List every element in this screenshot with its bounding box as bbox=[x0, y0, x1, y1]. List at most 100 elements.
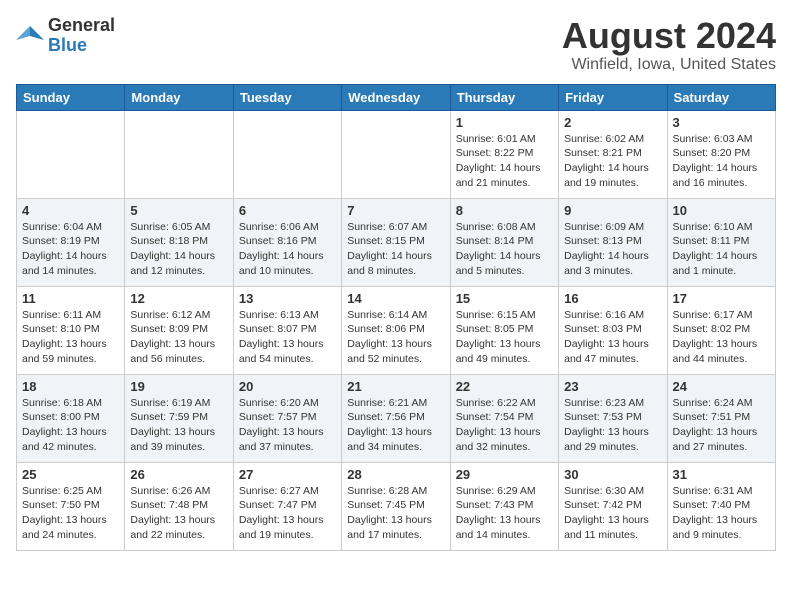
calendar-cell: 25 Sunrise: 6:25 AM Sunset: 7:50 PM Dayli… bbox=[17, 462, 125, 550]
day-number: 25 bbox=[22, 467, 119, 482]
week-row-3: 11 Sunrise: 6:11 AM Sunset: 8:10 PM Dayli… bbox=[17, 286, 776, 374]
day-info: Sunrise: 6:16 AM Sunset: 8:03 PM Dayligh… bbox=[564, 308, 661, 367]
calendar-cell: 29 Sunrise: 6:29 AM Sunset: 7:43 PM Dayli… bbox=[450, 462, 558, 550]
calendar-cell: 2 Sunrise: 6:02 AM Sunset: 8:21 PM Daylig… bbox=[559, 110, 667, 198]
day-number: 28 bbox=[347, 467, 444, 482]
calendar-cell: 20 Sunrise: 6:20 AM Sunset: 7:57 PM Dayli… bbox=[233, 374, 341, 462]
calendar-cell: 13Sunrise: 6:13 AM Sunset: 8:07 PM Dayli… bbox=[233, 286, 341, 374]
day-info: Sunrise: 6:31 AM Sunset: 7:40 PM Dayligh… bbox=[673, 484, 770, 543]
logo: General Blue bbox=[16, 16, 115, 56]
day-info: Sunrise: 6:26 AM Sunset: 7:48 PM Dayligh… bbox=[130, 484, 227, 543]
day-info: Sunrise: 6:12 AM Sunset: 8:09 PM Dayligh… bbox=[130, 308, 227, 367]
day-number: 18 bbox=[22, 379, 119, 394]
calendar-cell: 7Sunrise: 6:07 AM Sunset: 8:15 PM Daylig… bbox=[342, 198, 450, 286]
day-number: 10 bbox=[673, 203, 770, 218]
day-header-wednesday: Wednesday bbox=[342, 84, 450, 110]
title-block: August 2024 Winfield, Iowa, United State… bbox=[562, 16, 776, 74]
day-info: Sunrise: 6:13 AM Sunset: 8:07 PM Dayligh… bbox=[239, 308, 336, 367]
calendar-cell: 15 Sunrise: 6:15 AM Sunset: 8:05 PM Dayli… bbox=[450, 286, 558, 374]
day-info: Sunrise: 6:11 AM Sunset: 8:10 PM Dayligh… bbox=[22, 308, 119, 367]
day-info: Sunrise: 6:15 AM Sunset: 8:05 PM Dayligh… bbox=[456, 308, 553, 367]
calendar-cell: 30Sunrise: 6:30 AM Sunset: 7:42 PM Dayli… bbox=[559, 462, 667, 550]
calendar-cell: 31 Sunrise: 6:31 AM Sunset: 7:40 PM Dayli… bbox=[667, 462, 775, 550]
week-row-5: 25 Sunrise: 6:25 AM Sunset: 7:50 PM Dayli… bbox=[17, 462, 776, 550]
day-number: 5 bbox=[130, 203, 227, 218]
calendar-cell: 19Sunrise: 6:19 AM Sunset: 7:59 PM Dayli… bbox=[125, 374, 233, 462]
calendar-cell bbox=[17, 110, 125, 198]
calendar-cell: 27Sunrise: 6:27 AM Sunset: 7:47 PM Dayli… bbox=[233, 462, 341, 550]
day-number: 31 bbox=[673, 467, 770, 482]
calendar-cell: 23 Sunrise: 6:23 AM Sunset: 7:53 PM Dayli… bbox=[559, 374, 667, 462]
calendar-header-row: SundayMondayTuesdayWednesdayThursdayFrid… bbox=[17, 84, 776, 110]
day-info: Sunrise: 6:07 AM Sunset: 8:15 PM Dayligh… bbox=[347, 220, 444, 279]
calendar-cell: 16 Sunrise: 6:16 AM Sunset: 8:03 PM Dayli… bbox=[559, 286, 667, 374]
calendar-table: SundayMondayTuesdayWednesdayThursdayFrid… bbox=[16, 84, 776, 551]
calendar-cell: 3 Sunrise: 6:03 AM Sunset: 8:20 PM Daylig… bbox=[667, 110, 775, 198]
day-info: Sunrise: 6:23 AM Sunset: 7:53 PM Dayligh… bbox=[564, 396, 661, 455]
day-info: Sunrise: 6:06 AM Sunset: 8:16 PM Dayligh… bbox=[239, 220, 336, 279]
day-info: Sunrise: 6:02 AM Sunset: 8:21 PM Dayligh… bbox=[564, 132, 661, 191]
day-number: 27 bbox=[239, 467, 336, 482]
calendar-cell: 9 Sunrise: 6:09 AM Sunset: 8:13 PM Daylig… bbox=[559, 198, 667, 286]
day-number: 3 bbox=[673, 115, 770, 130]
day-number: 29 bbox=[456, 467, 553, 482]
day-number: 26 bbox=[130, 467, 227, 482]
day-number: 22 bbox=[456, 379, 553, 394]
day-info: Sunrise: 6:28 AM Sunset: 7:45 PM Dayligh… bbox=[347, 484, 444, 543]
calendar-cell: 24Sunrise: 6:24 AM Sunset: 7:51 PM Dayli… bbox=[667, 374, 775, 462]
calendar-cell: 8 Sunrise: 6:08 AM Sunset: 8:14 PM Daylig… bbox=[450, 198, 558, 286]
calendar-cell: 22 Sunrise: 6:22 AM Sunset: 7:54 PM Dayli… bbox=[450, 374, 558, 462]
logo-general: General bbox=[48, 16, 115, 36]
day-info: Sunrise: 6:22 AM Sunset: 7:54 PM Dayligh… bbox=[456, 396, 553, 455]
day-number: 8 bbox=[456, 203, 553, 218]
day-info: Sunrise: 6:03 AM Sunset: 8:20 PM Dayligh… bbox=[673, 132, 770, 191]
calendar-cell bbox=[233, 110, 341, 198]
calendar-cell bbox=[342, 110, 450, 198]
day-header-tuesday: Tuesday bbox=[233, 84, 341, 110]
day-number: 30 bbox=[564, 467, 661, 482]
calendar-cell: 17Sunrise: 6:17 AM Sunset: 8:02 PM Dayli… bbox=[667, 286, 775, 374]
day-info: Sunrise: 6:20 AM Sunset: 7:57 PM Dayligh… bbox=[239, 396, 336, 455]
day-info: Sunrise: 6:17 AM Sunset: 8:02 PM Dayligh… bbox=[673, 308, 770, 367]
day-info: Sunrise: 6:29 AM Sunset: 7:43 PM Dayligh… bbox=[456, 484, 553, 543]
day-info: Sunrise: 6:25 AM Sunset: 7:50 PM Dayligh… bbox=[22, 484, 119, 543]
page-header: General Blue August 2024 Winfield, Iowa,… bbox=[16, 16, 776, 74]
calendar-cell: 10Sunrise: 6:10 AM Sunset: 8:11 PM Dayli… bbox=[667, 198, 775, 286]
day-info: Sunrise: 6:24 AM Sunset: 7:51 PM Dayligh… bbox=[673, 396, 770, 455]
logo-icon bbox=[16, 22, 44, 50]
calendar-cell: 1 Sunrise: 6:01 AM Sunset: 8:22 PM Daylig… bbox=[450, 110, 558, 198]
day-number: 15 bbox=[456, 291, 553, 306]
day-number: 9 bbox=[564, 203, 661, 218]
calendar-cell: 6 Sunrise: 6:06 AM Sunset: 8:16 PM Daylig… bbox=[233, 198, 341, 286]
day-info: Sunrise: 6:04 AM Sunset: 8:19 PM Dayligh… bbox=[22, 220, 119, 279]
day-info: Sunrise: 6:14 AM Sunset: 8:06 PM Dayligh… bbox=[347, 308, 444, 367]
logo-text: General Blue bbox=[48, 16, 115, 56]
calendar-cell: 11 Sunrise: 6:11 AM Sunset: 8:10 PM Dayli… bbox=[17, 286, 125, 374]
day-number: 1 bbox=[456, 115, 553, 130]
day-number: 6 bbox=[239, 203, 336, 218]
day-number: 16 bbox=[564, 291, 661, 306]
calendar-cell: 12Sunrise: 6:12 AM Sunset: 8:09 PM Dayli… bbox=[125, 286, 233, 374]
day-number: 11 bbox=[22, 291, 119, 306]
day-number: 14 bbox=[347, 291, 444, 306]
calendar-cell: 26 Sunrise: 6:26 AM Sunset: 7:48 PM Dayli… bbox=[125, 462, 233, 550]
day-header-saturday: Saturday bbox=[667, 84, 775, 110]
day-number: 4 bbox=[22, 203, 119, 218]
location-label: Winfield, Iowa, United States bbox=[562, 56, 776, 74]
day-number: 21 bbox=[347, 379, 444, 394]
day-header-friday: Friday bbox=[559, 84, 667, 110]
calendar-cell: 21 Sunrise: 6:21 AM Sunset: 7:56 PM Dayli… bbox=[342, 374, 450, 462]
day-info: Sunrise: 6:01 AM Sunset: 8:22 PM Dayligh… bbox=[456, 132, 553, 191]
calendar-cell: 18Sunrise: 6:18 AM Sunset: 8:00 PM Dayli… bbox=[17, 374, 125, 462]
day-info: Sunrise: 6:21 AM Sunset: 7:56 PM Dayligh… bbox=[347, 396, 444, 455]
logo-blue: Blue bbox=[48, 36, 115, 56]
day-info: Sunrise: 6:09 AM Sunset: 8:13 PM Dayligh… bbox=[564, 220, 661, 279]
week-row-1: 1 Sunrise: 6:01 AM Sunset: 8:22 PM Daylig… bbox=[17, 110, 776, 198]
day-info: Sunrise: 6:08 AM Sunset: 8:14 PM Dayligh… bbox=[456, 220, 553, 279]
calendar-cell: 4 Sunrise: 6:04 AM Sunset: 8:19 PM Daylig… bbox=[17, 198, 125, 286]
day-number: 23 bbox=[564, 379, 661, 394]
day-number: 20 bbox=[239, 379, 336, 394]
calendar-cell: 14 Sunrise: 6:14 AM Sunset: 8:06 PM Dayli… bbox=[342, 286, 450, 374]
day-number: 2 bbox=[564, 115, 661, 130]
calendar-cell bbox=[125, 110, 233, 198]
